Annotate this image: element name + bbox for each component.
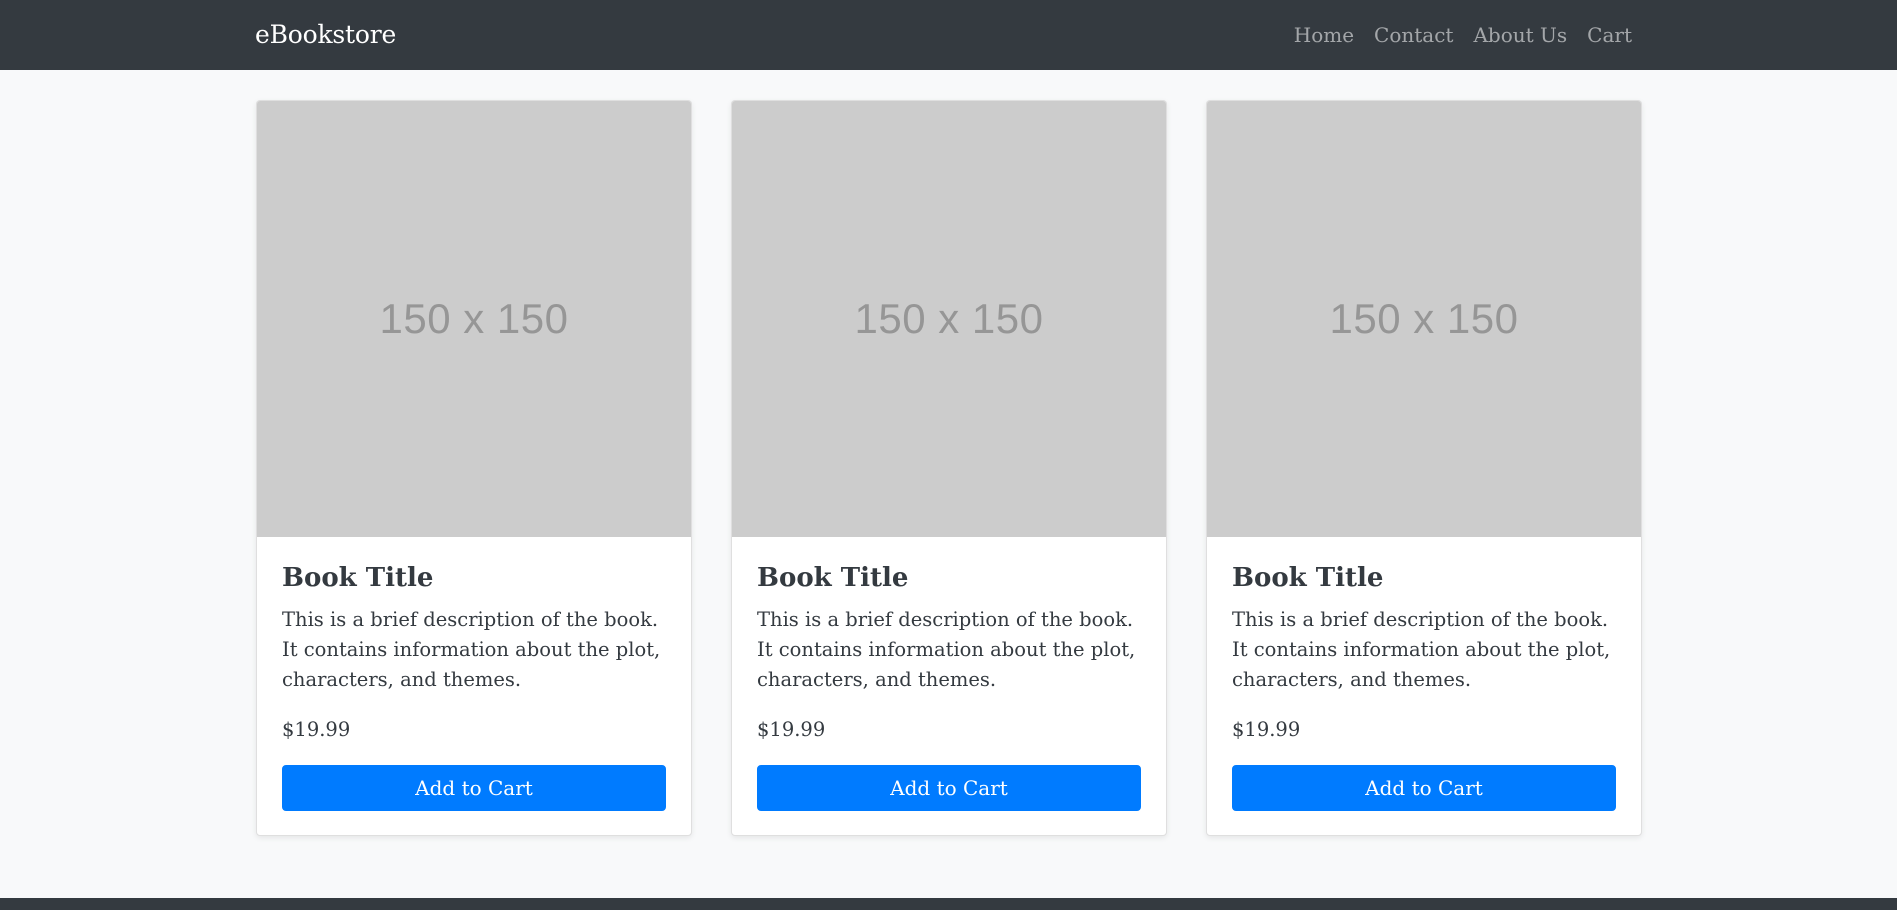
book-card-grid: 150 x 150 Book Title This is a brief des… — [256, 100, 1643, 836]
book-cover-image: 150 x 150 — [257, 101, 691, 537]
nav-link-about-us[interactable]: About Us — [1473, 20, 1567, 50]
image-placeholder-label: 150 x 150 — [1329, 295, 1519, 342]
book-description: This is a brief description of the book.… — [757, 608, 1136, 691]
book-price: $19.99 — [1232, 718, 1301, 741]
book-title: Book Title — [757, 563, 909, 593]
book-card: 150 x 150 Book Title This is a brief des… — [256, 100, 692, 836]
nav-link-contact[interactable]: Contact — [1374, 20, 1453, 50]
image-placeholder-label: 150 x 150 — [379, 295, 569, 342]
book-price: $19.99 — [282, 718, 351, 741]
book-card-body: Book Title This is a brief description o… — [732, 537, 1166, 770]
book-cover-image: 150 x 150 — [732, 101, 1166, 537]
book-card: 150 x 150 Book Title This is a brief des… — [1206, 100, 1642, 836]
book-card-body: Book Title This is a brief description o… — [257, 537, 691, 770]
book-cover-image: 150 x 150 — [1207, 101, 1641, 537]
add-to-cart-button[interactable]: Add to Cart — [1232, 765, 1616, 811]
book-price: $19.99 — [757, 718, 826, 741]
nav-link-cart[interactable]: Cart — [1587, 20, 1632, 50]
book-title: Book Title — [1232, 563, 1384, 593]
add-to-cart-button[interactable]: Add to Cart — [757, 765, 1141, 811]
book-title: Book Title — [282, 563, 434, 593]
book-card-body: Book Title This is a brief description o… — [1207, 537, 1641, 770]
footer — [0, 898, 1897, 910]
brand-logo-link[interactable]: eBookstore — [255, 18, 396, 52]
nav-link-home[interactable]: Home — [1294, 20, 1354, 50]
book-card: 150 x 150 Book Title This is a brief des… — [731, 100, 1167, 836]
add-to-cart-button[interactable]: Add to Cart — [282, 765, 666, 811]
book-description: This is a brief description of the book.… — [1232, 608, 1611, 691]
book-description: This is a brief description of the book.… — [282, 608, 661, 691]
navbar: eBookstore Home Contact About Us Cart — [0, 0, 1897, 70]
image-placeholder-label: 150 x 150 — [854, 295, 1044, 342]
nav-links: Home Contact About Us Cart — [1294, 20, 1632, 50]
